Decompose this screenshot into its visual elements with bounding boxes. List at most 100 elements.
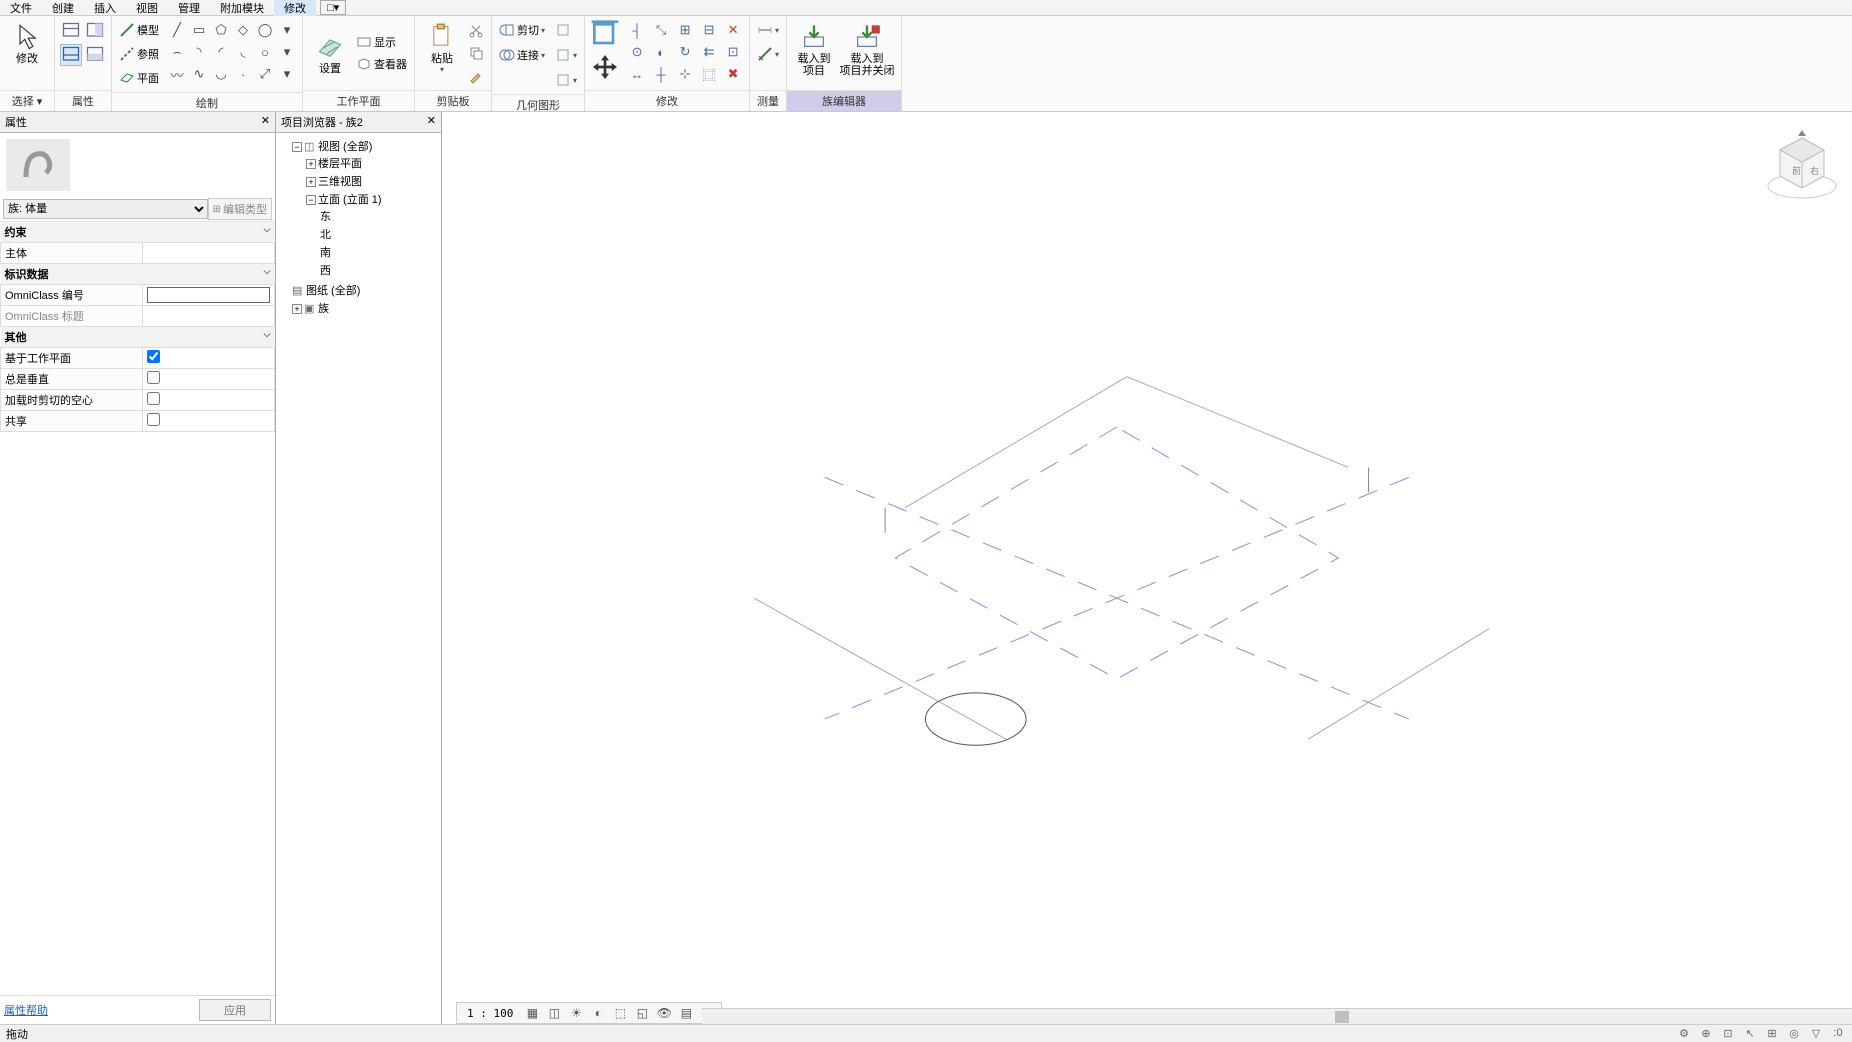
m-t9[interactable]: ⇇ [697,41,721,63]
tool-fillet-icon[interactable]: ◟ [232,41,254,63]
m-t10[interactable]: ⊡ [721,41,745,63]
move-icon[interactable] [589,51,621,83]
menu-manage[interactable]: 管理 [168,0,210,16]
tool-poly-icon[interactable]: ⬠ [210,19,232,41]
prop-toggle-4[interactable] [84,44,106,66]
tool-il-icon[interactable]: ⤢ [254,63,276,85]
sb-i4[interactable]: ↖ [1742,1027,1758,1040]
m-t6[interactable]: ⊙ [625,41,649,63]
tool-arc3-icon[interactable]: ◜ [210,41,232,63]
m-t13[interactable]: ⊹ [673,63,697,85]
tool-rect-icon[interactable]: ▭ [188,19,210,41]
prop-workplane-checkbox[interactable] [147,350,160,363]
tool-spline-icon[interactable]: 〰 [166,63,188,85]
m-t12[interactable]: ┼ [649,63,673,85]
set-plane-btn[interactable]: 设置 [307,29,353,77]
prop-host-value[interactable] [143,243,275,264]
prop-shared-checkbox[interactable] [147,413,160,426]
tree-families[interactable]: +▣族 [292,299,439,317]
panel-title-select[interactable]: 选择 ▾ [0,90,54,111]
sb-i6[interactable]: ◎ [1786,1027,1802,1040]
viewcube[interactable]: 前 右 [1762,126,1842,206]
draw-ref-btn[interactable]: 参照 [116,43,162,65]
tool-point-icon[interactable]: ∙ [232,63,254,85]
edit-type-btn[interactable]: ⊞编辑类型 [208,198,272,220]
vb-hide-icon[interactable]: 👁 [655,1005,673,1021]
properties-apply-btn[interactable]: 应用 [199,999,271,1021]
m-t2[interactable]: ⤡ [649,19,673,41]
gx1-btn[interactable] [552,19,580,41]
paste-dropdown-icon[interactable]: ▾ [440,65,444,74]
view-scale[interactable]: 1 : 100 [461,1007,519,1020]
load-close-btn[interactable]: 载入到项目并关闭 [837,19,897,79]
m-t11[interactable]: ↔ [625,63,649,85]
family-selector[interactable]: 族: 体量 [3,199,208,219]
m-t1[interactable]: ┤ [625,19,649,41]
tool-dd2-icon[interactable]: ▾ [276,41,298,63]
group-collapse-icon[interactable]: ⌵ [264,224,271,235]
m-t8[interactable]: ↻ [673,41,697,63]
vb-shadow-icon[interactable]: ◐ [589,1005,607,1021]
tree-views[interactable]: −◫视图 (全部) +楼层平面 +三维视图 −立面 (立面 1) 东 北 南 西 [292,137,439,281]
modify-button[interactable]: 修改 [4,19,50,67]
tree-floorplans[interactable]: +楼层平面 [306,154,439,172]
m-t4[interactable]: ⊟ [697,19,721,41]
vb-reveal-icon[interactable]: ▤ [677,1005,695,1021]
vb-sun-icon[interactable]: ☀ [567,1005,585,1021]
browser-close-icon[interactable]: ✕ [427,114,436,130]
menu-insert[interactable]: 插入 [84,0,126,16]
menu-create[interactable]: 创建 [42,0,84,16]
cut-geom-btn[interactable]: 剪切▾ [496,19,548,41]
menu-file[interactable]: 文件 [0,0,42,16]
tool-circle-icon[interactable]: ◯ [254,19,276,41]
align-icon[interactable] [589,19,621,51]
load-project-btn[interactable]: 载入到项目 [791,19,837,79]
m-t14[interactable]: ⿴ [697,63,721,85]
tool-dd1-icon[interactable]: ▾ [276,19,298,41]
tree-elevations[interactable]: −立面 (立面 1) 东 北 南 西 [306,190,439,280]
m-t3[interactable]: ⊞ [673,19,697,41]
show-plane-btn[interactable]: 显示 [353,31,410,53]
tree-south[interactable]: 南 [320,243,439,261]
prop-toggle-1[interactable] [60,20,82,42]
gx3-btn[interactable]: ▾ [552,69,580,91]
m-t5[interactable]: ✕ [721,19,745,41]
tool-ellipse-icon[interactable]: ○ [254,41,276,63]
join-geom-btn[interactable]: 连接▾ [496,44,548,66]
tool-arc-icon[interactable]: ⌢ [166,41,188,63]
draw-model-btn[interactable]: 模型 [116,19,162,41]
sb-i7[interactable]: ▽ [1808,1027,1824,1040]
prop-toggle-2[interactable] [84,20,106,42]
vb-style-icon[interactable]: ◫ [545,1005,563,1021]
properties-help-link[interactable]: 属性帮助 [4,1002,48,1018]
paste-btn[interactable]: 粘贴 ▾ [419,19,465,76]
tree-east[interactable]: 东 [320,207,439,225]
copy-btn[interactable] [465,42,487,64]
tree-3dviews[interactable]: +三维视图 [306,172,439,190]
tool-spline2-icon[interactable]: ∿ [188,63,210,85]
menu-addons[interactable]: 附加模块 [210,0,274,16]
match-btn[interactable] [465,65,487,87]
tool-arc2-icon[interactable]: ◝ [188,41,210,63]
viewer-btn[interactable]: 查看器 [353,53,410,75]
measure-btn[interactable]: ▾ [754,43,782,65]
menu-view[interactable]: 视图 [126,0,168,16]
m-t15[interactable]: ✖ [721,63,745,85]
vb-detail-icon[interactable]: ▦ [523,1005,541,1021]
canvas[interactable]: 前 右 1 : 100 ▦ ◫ ☀ ◐ ⬚ ◱ 👁 ▤ ‹ [442,112,1852,1024]
prop-cutvoids-checkbox[interactable] [147,392,160,405]
draw-plane-btn[interactable]: 平面 [116,67,162,89]
prop-toggle-3[interactable] [60,44,82,66]
vb-crop2-icon[interactable]: ◱ [633,1005,651,1021]
gx2-btn[interactable]: ▾ [552,44,580,66]
tree-north[interactable]: 北 [320,225,439,243]
prop-vertical-checkbox[interactable] [147,371,160,384]
sb-i3[interactable]: ⊡ [1720,1027,1736,1040]
vb-crop-icon[interactable]: ⬚ [611,1005,629,1021]
cut-btn[interactable] [465,19,487,41]
canvas-hscroll[interactable] [702,1008,1852,1024]
tool-dd3-icon[interactable]: ▾ [276,63,298,85]
dim-btn[interactable]: ▾ [754,19,782,41]
menu-modify[interactable]: 修改 [274,0,316,16]
m-t7[interactable]: ◐ [649,41,673,63]
